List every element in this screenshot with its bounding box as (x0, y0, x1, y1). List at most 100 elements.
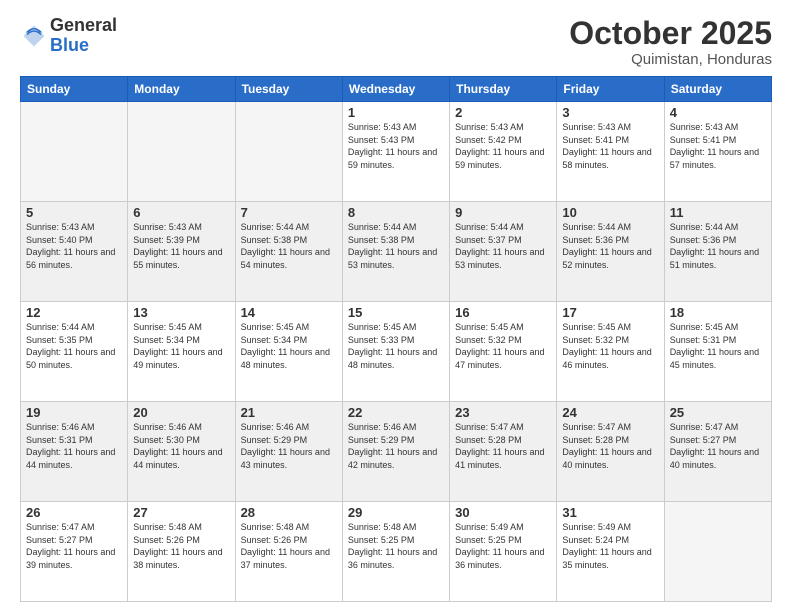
calendar-cell: 14Sunrise: 5:45 AMSunset: 5:34 PMDayligh… (235, 302, 342, 402)
calendar-cell: 28Sunrise: 5:48 AMSunset: 5:26 PMDayligh… (235, 502, 342, 602)
calendar-cell: 15Sunrise: 5:45 AMSunset: 5:33 PMDayligh… (342, 302, 449, 402)
calendar-cell: 17Sunrise: 5:45 AMSunset: 5:32 PMDayligh… (557, 302, 664, 402)
calendar-cell: 16Sunrise: 5:45 AMSunset: 5:32 PMDayligh… (450, 302, 557, 402)
calendar-cell: 12Sunrise: 5:44 AMSunset: 5:35 PMDayligh… (21, 302, 128, 402)
day-header-friday: Friday (557, 77, 664, 102)
day-info: Sunrise: 5:47 AMSunset: 5:28 PMDaylight:… (455, 421, 551, 471)
week-row-2: 5Sunrise: 5:43 AMSunset: 5:40 PMDaylight… (21, 202, 772, 302)
day-info: Sunrise: 5:48 AMSunset: 5:25 PMDaylight:… (348, 521, 444, 571)
day-info: Sunrise: 5:45 AMSunset: 5:33 PMDaylight:… (348, 321, 444, 371)
day-header-tuesday: Tuesday (235, 77, 342, 102)
calendar-cell: 13Sunrise: 5:45 AMSunset: 5:34 PMDayligh… (128, 302, 235, 402)
calendar-cell: 27Sunrise: 5:48 AMSunset: 5:26 PMDayligh… (128, 502, 235, 602)
calendar-cell: 26Sunrise: 5:47 AMSunset: 5:27 PMDayligh… (21, 502, 128, 602)
calendar-header-row: SundayMondayTuesdayWednesdayThursdayFrid… (21, 77, 772, 102)
calendar-cell: 25Sunrise: 5:47 AMSunset: 5:27 PMDayligh… (664, 402, 771, 502)
day-number: 19 (26, 405, 122, 420)
calendar-cell: 31Sunrise: 5:49 AMSunset: 5:24 PMDayligh… (557, 502, 664, 602)
day-info: Sunrise: 5:44 AMSunset: 5:36 PMDaylight:… (562, 221, 658, 271)
calendar-cell: 6Sunrise: 5:43 AMSunset: 5:39 PMDaylight… (128, 202, 235, 302)
day-info: Sunrise: 5:46 AMSunset: 5:30 PMDaylight:… (133, 421, 229, 471)
day-info: Sunrise: 5:44 AMSunset: 5:38 PMDaylight:… (241, 221, 337, 271)
day-info: Sunrise: 5:43 AMSunset: 5:41 PMDaylight:… (562, 121, 658, 171)
calendar-cell: 19Sunrise: 5:46 AMSunset: 5:31 PMDayligh… (21, 402, 128, 502)
logo-blue: Blue (50, 36, 117, 56)
day-number: 25 (670, 405, 766, 420)
calendar-cell: 10Sunrise: 5:44 AMSunset: 5:36 PMDayligh… (557, 202, 664, 302)
day-number: 11 (670, 205, 766, 220)
day-number: 15 (348, 305, 444, 320)
day-number: 1 (348, 105, 444, 120)
calendar-cell: 2Sunrise: 5:43 AMSunset: 5:42 PMDaylight… (450, 102, 557, 202)
day-info: Sunrise: 5:45 AMSunset: 5:34 PMDaylight:… (133, 321, 229, 371)
day-info: Sunrise: 5:44 AMSunset: 5:36 PMDaylight:… (670, 221, 766, 271)
day-info: Sunrise: 5:43 AMSunset: 5:41 PMDaylight:… (670, 121, 766, 171)
day-number: 28 (241, 505, 337, 520)
title-block: October 2025 Quimistan, Honduras (569, 16, 772, 68)
calendar-cell: 21Sunrise: 5:46 AMSunset: 5:29 PMDayligh… (235, 402, 342, 502)
day-info: Sunrise: 5:48 AMSunset: 5:26 PMDaylight:… (133, 521, 229, 571)
week-row-1: 1Sunrise: 5:43 AMSunset: 5:43 PMDaylight… (21, 102, 772, 202)
day-header-wednesday: Wednesday (342, 77, 449, 102)
day-header-monday: Monday (128, 77, 235, 102)
day-number: 2 (455, 105, 551, 120)
calendar-cell: 22Sunrise: 5:46 AMSunset: 5:29 PMDayligh… (342, 402, 449, 502)
month-title: October 2025 (569, 16, 772, 51)
day-info: Sunrise: 5:47 AMSunset: 5:27 PMDaylight:… (670, 421, 766, 471)
logo: General Blue (20, 16, 117, 56)
day-info: Sunrise: 5:43 AMSunset: 5:42 PMDaylight:… (455, 121, 551, 171)
calendar-cell: 9Sunrise: 5:44 AMSunset: 5:37 PMDaylight… (450, 202, 557, 302)
day-number: 31 (562, 505, 658, 520)
day-info: Sunrise: 5:44 AMSunset: 5:35 PMDaylight:… (26, 321, 122, 371)
day-info: Sunrise: 5:46 AMSunset: 5:31 PMDaylight:… (26, 421, 122, 471)
day-number: 27 (133, 505, 229, 520)
day-info: Sunrise: 5:43 AMSunset: 5:39 PMDaylight:… (133, 221, 229, 271)
calendar-table: SundayMondayTuesdayWednesdayThursdayFrid… (20, 76, 772, 602)
day-number: 24 (562, 405, 658, 420)
calendar-cell: 3Sunrise: 5:43 AMSunset: 5:41 PMDaylight… (557, 102, 664, 202)
day-number: 8 (348, 205, 444, 220)
day-number: 10 (562, 205, 658, 220)
calendar-cell: 20Sunrise: 5:46 AMSunset: 5:30 PMDayligh… (128, 402, 235, 502)
day-number: 14 (241, 305, 337, 320)
day-info: Sunrise: 5:45 AMSunset: 5:31 PMDaylight:… (670, 321, 766, 371)
day-number: 12 (26, 305, 122, 320)
logo-general: General (50, 16, 117, 36)
week-row-3: 12Sunrise: 5:44 AMSunset: 5:35 PMDayligh… (21, 302, 772, 402)
week-row-5: 26Sunrise: 5:47 AMSunset: 5:27 PMDayligh… (21, 502, 772, 602)
day-number: 18 (670, 305, 766, 320)
day-number: 13 (133, 305, 229, 320)
day-info: Sunrise: 5:45 AMSunset: 5:32 PMDaylight:… (455, 321, 551, 371)
calendar-cell: 29Sunrise: 5:48 AMSunset: 5:25 PMDayligh… (342, 502, 449, 602)
day-number: 20 (133, 405, 229, 420)
day-number: 16 (455, 305, 551, 320)
calendar-cell: 7Sunrise: 5:44 AMSunset: 5:38 PMDaylight… (235, 202, 342, 302)
calendar-cell: 4Sunrise: 5:43 AMSunset: 5:41 PMDaylight… (664, 102, 771, 202)
day-info: Sunrise: 5:49 AMSunset: 5:25 PMDaylight:… (455, 521, 551, 571)
day-info: Sunrise: 5:49 AMSunset: 5:24 PMDaylight:… (562, 521, 658, 571)
day-info: Sunrise: 5:45 AMSunset: 5:32 PMDaylight:… (562, 321, 658, 371)
day-info: Sunrise: 5:48 AMSunset: 5:26 PMDaylight:… (241, 521, 337, 571)
calendar-cell: 5Sunrise: 5:43 AMSunset: 5:40 PMDaylight… (21, 202, 128, 302)
day-header-thursday: Thursday (450, 77, 557, 102)
day-number: 21 (241, 405, 337, 420)
day-number: 7 (241, 205, 337, 220)
day-number: 23 (455, 405, 551, 420)
day-number: 29 (348, 505, 444, 520)
day-number: 26 (26, 505, 122, 520)
calendar-cell (21, 102, 128, 202)
page: General Blue October 2025 Quimistan, Hon… (0, 0, 792, 612)
calendar-cell: 11Sunrise: 5:44 AMSunset: 5:36 PMDayligh… (664, 202, 771, 302)
day-number: 30 (455, 505, 551, 520)
day-number: 6 (133, 205, 229, 220)
day-number: 17 (562, 305, 658, 320)
calendar-cell: 30Sunrise: 5:49 AMSunset: 5:25 PMDayligh… (450, 502, 557, 602)
day-info: Sunrise: 5:44 AMSunset: 5:37 PMDaylight:… (455, 221, 551, 271)
calendar-cell (235, 102, 342, 202)
day-info: Sunrise: 5:47 AMSunset: 5:27 PMDaylight:… (26, 521, 122, 571)
location-subtitle: Quimistan, Honduras (569, 51, 772, 68)
day-info: Sunrise: 5:46 AMSunset: 5:29 PMDaylight:… (348, 421, 444, 471)
calendar-cell: 1Sunrise: 5:43 AMSunset: 5:43 PMDaylight… (342, 102, 449, 202)
day-info: Sunrise: 5:43 AMSunset: 5:43 PMDaylight:… (348, 121, 444, 171)
day-info: Sunrise: 5:43 AMSunset: 5:40 PMDaylight:… (26, 221, 122, 271)
